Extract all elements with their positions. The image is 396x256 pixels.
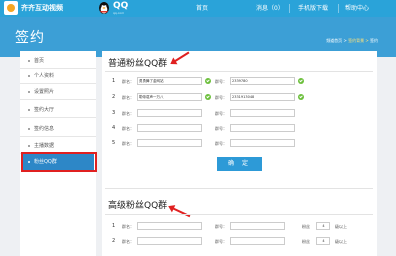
sidebar-item-label: 首页 xyxy=(34,58,45,64)
sidebar-item-home[interactable]: 首页 xyxy=(28,54,90,68)
group-number-input[interactable] xyxy=(230,237,285,245)
fan-level-label: 粉丝 xyxy=(302,224,310,229)
bullet-icon xyxy=(28,74,30,77)
divider xyxy=(20,83,96,84)
sidebar-item-label: 签约大厅 xyxy=(34,107,55,113)
qq-logo-text: QQ xyxy=(113,1,129,11)
nav-messages[interactable]: 消息（0） xyxy=(256,0,284,17)
bullet-icon xyxy=(28,90,30,93)
group-name-input[interactable]: 勇勇舞了金网站 xyxy=(137,77,202,85)
nav-divider xyxy=(289,4,290,13)
group-name-input[interactable] xyxy=(137,124,202,132)
divider xyxy=(105,188,373,189)
group-name-label: 群名： xyxy=(122,141,134,146)
sidebar-item-profile[interactable]: 个人资料 xyxy=(28,69,90,83)
nav-mobile-download[interactable]: 手机版下载 xyxy=(298,0,328,17)
top-bar: 齐齐互动视频 QQ qq.com 首页 消息（0） 手机版下载 帮助中心 xyxy=(0,0,396,17)
fan-level-label: 粉丝 xyxy=(302,239,310,244)
divider xyxy=(105,71,373,72)
group-number-label: 群号： xyxy=(215,141,227,146)
group-number-input[interactable] xyxy=(230,139,295,147)
site-logo-icon[interactable] xyxy=(4,1,18,15)
sidebar-item-label: 主播数据 xyxy=(34,143,55,149)
section-title-advanced: 高级粉丝QQ群 xyxy=(108,201,168,211)
breadcrumb-home[interactable]: 频道首页 > xyxy=(326,38,348,43)
row-number: 5 xyxy=(112,140,116,146)
nav-divider xyxy=(338,4,339,13)
sidebar-item-label: 设置照片 xyxy=(34,89,55,95)
row-number: 4 xyxy=(112,125,116,131)
sidebar-item-label: 个人资料 xyxy=(34,73,55,79)
section-title-regular: 普通粉丝QQ群 xyxy=(108,59,168,69)
group-name-input[interactable]: 勒帝葛声一万八 xyxy=(137,93,202,101)
nav-home[interactable]: 首页 xyxy=(196,0,208,17)
group-name-input[interactable] xyxy=(137,109,202,117)
group-number-input[interactable] xyxy=(230,124,295,132)
divider xyxy=(20,99,96,100)
bullet-icon xyxy=(28,127,30,130)
sidebar-item-contract-hall[interactable]: 签约大厅 xyxy=(28,103,90,117)
bullet-icon xyxy=(28,59,30,62)
row-number: 2 xyxy=(112,94,116,100)
confirm-button[interactable]: 确 定 xyxy=(217,157,262,171)
group-number-input[interactable] xyxy=(230,222,285,230)
row-number: 1 xyxy=(112,223,116,229)
row-number: 3 xyxy=(112,110,116,116)
check-icon xyxy=(205,78,211,84)
group-number-label: 群号： xyxy=(215,111,227,116)
group-number-input[interactable]: 2331913048 xyxy=(230,93,295,101)
group-number-label: 群号： xyxy=(215,126,227,131)
page-title: 签约 xyxy=(15,30,45,46)
breadcrumb: 频道首页 > 签约背景 > 签约 xyxy=(326,38,378,44)
group-number-input[interactable] xyxy=(230,109,295,117)
group-name-label: 群名： xyxy=(122,95,134,100)
fan-level-input[interactable]: 4 xyxy=(316,222,330,230)
sidebar-item-anchor-data[interactable]: 主播数据 xyxy=(28,139,90,153)
group-number-label: 群号： xyxy=(215,95,227,100)
divider xyxy=(20,117,96,118)
row-number: 1 xyxy=(112,78,116,84)
level-suffix-label: 级以上 xyxy=(335,224,347,229)
divider xyxy=(105,214,373,215)
sidebar-item-label: 签约信息 xyxy=(34,126,55,132)
nav-help-center[interactable]: 帮助中心 xyxy=(345,0,369,17)
divider xyxy=(20,136,96,137)
row-number: 2 xyxy=(112,238,116,244)
group-number-label: 群号： xyxy=(215,239,227,244)
breadcrumb-background[interactable]: 签约背景 > xyxy=(348,38,370,43)
group-number-label: 群号： xyxy=(215,79,227,84)
check-icon xyxy=(298,94,304,100)
bullet-icon xyxy=(28,108,30,111)
group-name-label: 群名： xyxy=(122,224,134,229)
group-name-input[interactable] xyxy=(137,237,202,245)
group-number-label: 群号： xyxy=(215,224,227,229)
group-name-label: 群名： xyxy=(122,111,134,116)
group-number-input[interactable]: 2339780 xyxy=(230,77,295,85)
bullet-icon xyxy=(28,144,30,147)
highlight-box xyxy=(21,152,97,172)
qq-logo-subtext: qq.com xyxy=(113,11,125,15)
qq-penguin-icon xyxy=(99,2,109,14)
breadcrumb-current: 签约 xyxy=(370,38,378,43)
fan-level-input[interactable]: 4 xyxy=(316,237,330,245)
group-name-label: 群名： xyxy=(122,126,134,131)
group-name-input[interactable] xyxy=(137,222,202,230)
group-name-label: 群名： xyxy=(122,79,134,84)
site-name[interactable]: 齐齐互动视频 xyxy=(21,3,63,13)
group-name-label: 群名： xyxy=(122,239,134,244)
sidebar-item-contract-info[interactable]: 签约信息 xyxy=(28,122,90,136)
sidebar-item-photos[interactable]: 设置照片 xyxy=(28,85,90,99)
level-suffix-label: 级以上 xyxy=(335,239,347,244)
check-icon xyxy=(205,94,211,100)
check-icon xyxy=(298,78,304,84)
group-name-input[interactable] xyxy=(137,139,202,147)
